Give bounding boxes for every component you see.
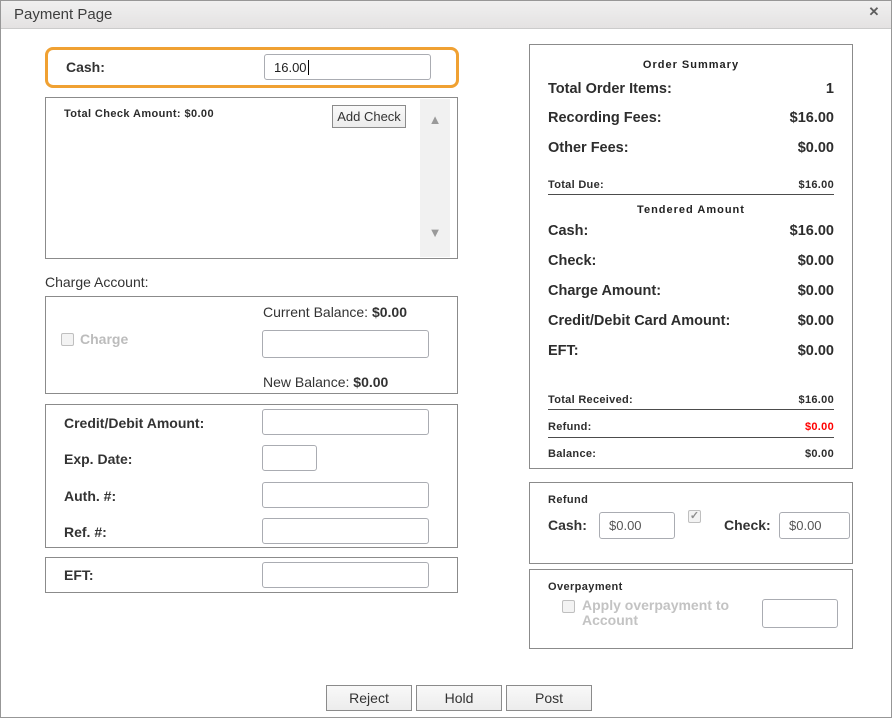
overpayment-panel: Overpayment Apply overpayment to Account [529,569,853,649]
scroll-down-icon[interactable]: ▼ [420,226,450,239]
credit-debit-amount-label: Credit/Debit Amount: [64,415,204,431]
row-value: $0.00 [805,448,834,460]
row-label: EFT: [548,343,579,359]
row-value: $16.00 [799,179,834,191]
eft-input[interactable] [262,562,429,588]
reject-button[interactable]: Reject [326,685,412,711]
row-label: Balance: [548,448,596,460]
checkmark-icon: ✓ [690,510,699,522]
charge-amount-input[interactable] [262,330,429,358]
refund-panel-title: Refund [548,494,588,506]
payment-page-dialog: Payment Page ✕ Cash: 16.00 Total Check A… [0,0,892,718]
row-value: $0.00 [798,313,834,329]
cash-input-value: 16.00 [274,60,307,75]
new-balance-label: New Balance: [263,374,349,390]
row-label: Refund: [548,421,592,433]
new-balance-value: $0.00 [353,374,388,390]
row-label: Other Fees: [548,140,629,156]
charge-account-panel: Current Balance: $0.00 Charge New Balanc… [45,296,458,394]
row-value: $0.00 [798,140,834,156]
divider [548,194,834,195]
current-balance-value: $0.00 [372,304,407,320]
row-label: Credit/Debit Card Amount: [548,313,730,329]
overpayment-panel-title: Overpayment [548,581,623,593]
refund-panel: Refund Cash: $0.00 ✓ Check: $0.00 [529,482,853,564]
tendered-amount-title: Tendered Amount [530,204,852,216]
row-value: $0.00 [798,253,834,269]
charge-checkbox-label: Charge [80,331,128,347]
page-title: Payment Page [14,6,112,23]
order-summary-panel: Order Summary Total Order Items: 1 Recor… [529,44,853,469]
tendered-row-charge-amount: Charge Amount: $0.00 [548,283,834,299]
scrollbar[interactable]: ▲ ▼ [420,99,450,257]
credit-debit-amount-input[interactable] [262,409,429,435]
row-value: 1 [826,81,834,97]
eft-label: EFT: [64,567,94,583]
summary-row-refund: Refund: $0.00 [548,421,834,433]
current-balance-label: Current Balance: [263,304,368,320]
hold-button[interactable]: Hold [416,685,502,711]
summary-row-recording-fees: Recording Fees: $16.00 [548,110,834,126]
auth-number-input[interactable] [262,482,429,508]
row-label: Total Due: [548,179,604,191]
cash-label: Cash: [66,59,105,75]
row-value: $16.00 [790,223,834,239]
charge-account-heading: Charge Account: [45,274,149,290]
refund-checkbox[interactable]: ✓ [688,510,701,523]
refund-cash-label: Cash: [548,517,587,533]
refund-cash-value: $0.00 [609,518,642,533]
post-button[interactable]: Post [506,685,592,711]
apply-overpayment-label: Apply overpayment to Account [582,598,747,628]
summary-row-balance: Balance: $0.00 [548,448,834,460]
refund-check-label: Check: [724,517,771,533]
check-list-panel: Total Check Amount: $0.00 Add Check ▲ ▼ [45,97,458,259]
exp-date-input[interactable] [262,445,317,471]
divider [548,437,834,438]
summary-row-total-order-items: Total Order Items: 1 [548,81,834,97]
tendered-row-check: Check: $0.00 [548,253,834,269]
ref-number-label: Ref. #: [64,524,107,540]
summary-row-total-due: Total Due: $16.00 [548,179,834,191]
credit-debit-panel: Credit/Debit Amount: Exp. Date: Auth. #:… [45,404,458,548]
row-value: $0.00 [805,421,834,433]
row-label: Charge Amount: [548,283,661,299]
row-value: $0.00 [798,283,834,299]
row-value: $0.00 [798,343,834,359]
summary-row-other-fees: Other Fees: $0.00 [548,140,834,156]
row-label: Total Received: [548,394,633,406]
row-value: $16.00 [799,394,834,406]
new-balance: New Balance: $0.00 [263,374,388,390]
summary-row-total-received: Total Received: $16.00 [548,394,834,406]
refund-cash-input[interactable]: $0.00 [599,512,675,539]
current-balance: Current Balance: $0.00 [263,304,407,320]
order-summary-title: Order Summary [530,59,852,71]
row-label: Recording Fees: [548,110,662,126]
ref-number-input[interactable] [262,518,429,544]
divider [548,409,834,410]
overpayment-amount-input[interactable] [762,599,838,628]
cash-input[interactable]: 16.00 [264,54,431,80]
title-bar: Payment Page [1,1,891,29]
refund-check-value: $0.00 [789,518,822,533]
tendered-row-cash: Cash: $16.00 [548,223,834,239]
text-caret [308,60,309,75]
exp-date-label: Exp. Date: [64,451,132,467]
row-label: Check: [548,253,596,269]
row-label: Total Order Items: [548,81,672,97]
refund-check-input[interactable]: $0.00 [779,512,850,539]
apply-overpayment-checkbox[interactable] [562,600,575,613]
tendered-row-eft: EFT: $0.00 [548,343,834,359]
cash-field-highlight: Cash: 16.00 [45,47,459,88]
auth-number-label: Auth. #: [64,488,116,504]
add-check-button[interactable]: Add Check [332,105,406,128]
charge-checkbox[interactable] [61,333,74,346]
scroll-up-icon[interactable]: ▲ [420,113,450,126]
row-value: $16.00 [790,110,834,126]
eft-panel: EFT: [45,557,458,593]
tendered-row-credit-debit-card-amount: Credit/Debit Card Amount: $0.00 [548,313,834,329]
total-check-amount-label: Total Check Amount: $0.00 [64,108,214,120]
row-label: Cash: [548,223,588,239]
close-icon[interactable]: ✕ [866,4,882,20]
